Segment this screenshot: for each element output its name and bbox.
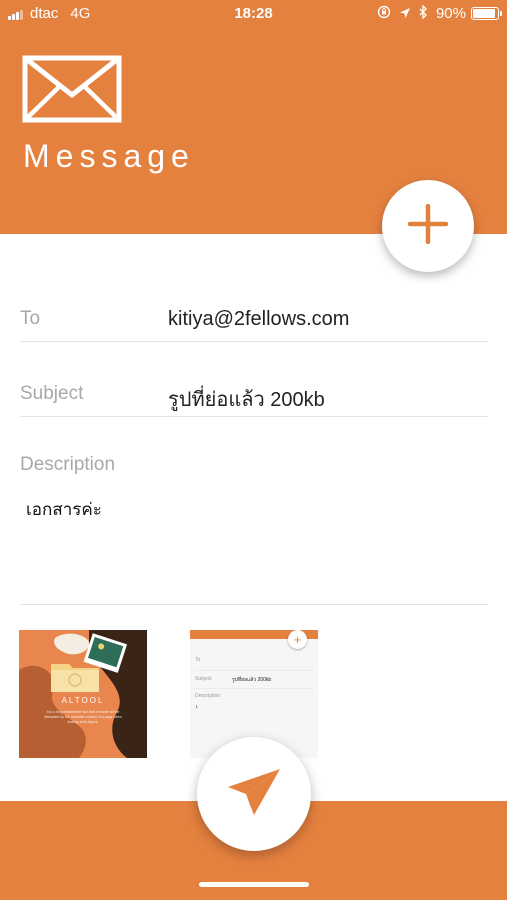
attachment-artwork	[19, 630, 147, 758]
subject-label: Subject	[20, 383, 84, 404]
mini-subject-value: รูปที่ย่อแล้ว 200kb	[232, 677, 272, 683]
status-right: 90%	[377, 4, 502, 22]
battery-icon	[471, 7, 502, 20]
mini-plus-icon: +	[288, 630, 307, 649]
to-field[interactable]: To kitiya@2fellows.com	[20, 294, 488, 342]
to-label: To	[20, 308, 41, 329]
subject-field[interactable]: Subject รูปที่ย่อแล้ว 200kb	[20, 368, 488, 417]
home-indicator[interactable]	[199, 882, 309, 887]
envelope-icon	[22, 55, 122, 128]
attachment-brand-text: ALTOOL	[61, 696, 105, 705]
page-title: Message	[23, 138, 195, 174]
mini-divider	[194, 688, 314, 689]
description-label: Description	[20, 454, 116, 475]
add-button[interactable]	[382, 180, 474, 272]
mini-divider	[194, 670, 314, 671]
send-button[interactable]	[197, 737, 311, 851]
mini-subject-label: Subject	[195, 676, 212, 682]
bluetooth-icon	[419, 4, 428, 22]
description-input[interactable]: เอกสารค่ะ	[26, 496, 102, 523]
battery-level-fill	[473, 9, 495, 18]
attachment-blurb-text: It is a long established fact that a rea…	[44, 710, 122, 724]
plus-icon	[407, 203, 449, 249]
paper-plane-icon	[226, 767, 282, 822]
subject-input[interactable]: รูปที่ย่อแล้ว 200kb	[168, 383, 325, 415]
status-bar: dtac 4G 18:28 90%	[0, 0, 507, 28]
mini-description-value: เ	[196, 704, 198, 710]
location-icon	[399, 6, 411, 22]
description-divider	[20, 604, 488, 605]
mini-to-label: To	[195, 657, 201, 663]
rotation-lock-icon	[377, 5, 391, 22]
battery-percent: 90%	[435, 5, 466, 22]
mini-description-label: Description	[195, 693, 221, 699]
attachment-thumbnail-1[interactable]: ALTOOL It is a long established fact tha…	[19, 630, 147, 758]
to-input[interactable]: kitiya@2fellows.com	[168, 308, 349, 331]
